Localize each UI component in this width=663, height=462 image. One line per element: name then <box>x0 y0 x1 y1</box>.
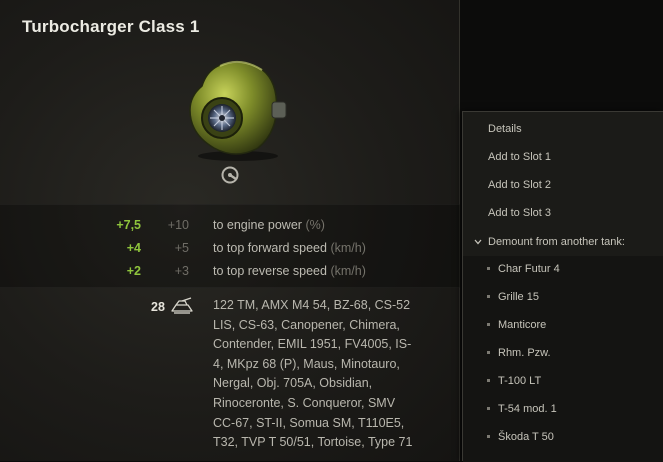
module-tooltip: Turbocharger Class 1 +7,5 +10 to engine … <box>0 0 460 461</box>
menu-item-demount[interactable]: Demount from another tank: <box>463 229 663 255</box>
submenu-item-tank[interactable]: T-54 mod. 1 <box>463 396 663 422</box>
compatible-count: 28 <box>151 300 165 314</box>
menu-item-add-slot-2[interactable]: Add to Slot 2 <box>463 172 663 198</box>
turbocharger-image <box>189 60 287 161</box>
submenu-item-label: Manticore <box>498 319 547 331</box>
submenu-item-tank[interactable]: Grille 15 <box>463 284 663 310</box>
submenu-item-label: Char Futur 4 <box>498 263 560 275</box>
stat-base-value: +10 <box>167 218 189 232</box>
submenu-item-label: T-100 LT <box>498 375 542 387</box>
submenu-item-label: Škoda T 50 <box>498 431 554 443</box>
submenu-item-tank[interactable]: Char Futur 4 <box>463 256 663 282</box>
stat-bonus-value: +2 <box>126 264 141 278</box>
stat-bonus-value: +4 <box>126 241 141 255</box>
menu-item-demount-label: Demount from another tank: <box>488 236 625 248</box>
bullet-icon <box>487 435 490 438</box>
submenu-item-tank[interactable]: T-100 LT <box>463 368 663 394</box>
tank-stack-icon <box>171 297 193 314</box>
stat-row-reverse-speed: +2 +3 to top reverse speed (km/h) <box>0 264 460 284</box>
menu-item-add-slot-3[interactable]: Add to Slot 3 <box>463 200 663 226</box>
submenu-item-label: Rhm. Pzw. <box>498 347 551 359</box>
stat-label: to top forward speed (km/h) <box>213 241 366 255</box>
stat-base-value: +3 <box>174 264 189 278</box>
stat-row-engine-power: +7,5 +10 to engine power (%) <box>0 218 460 238</box>
compatible-tanks-list: 122 TM, AMX M4 54, BZ-68, CS-52 LIS, CS-… <box>213 298 413 450</box>
stat-unit: (km/h) <box>330 241 366 255</box>
chevron-down-icon <box>473 229 483 255</box>
menu-item-add-slot-1[interactable]: Add to Slot 1 <box>463 144 663 170</box>
context-menu: Details Add to Slot 1 Add to Slot 2 Add … <box>462 111 663 462</box>
bullet-icon <box>487 295 490 298</box>
menu-item-details[interactable]: Details <box>463 116 663 142</box>
module-title: Turbocharger Class 1 <box>22 17 200 36</box>
bullet-icon <box>487 351 490 354</box>
submenu-item-tank[interactable]: Rhm. Pzw. <box>463 340 663 366</box>
stat-label-text: to top forward speed <box>213 241 327 255</box>
demount-submenu: Char Futur 4 Grille 15 Manticore Rhm. Pz… <box>463 256 663 462</box>
stat-label-text: to engine power <box>213 218 302 232</box>
submenu-item-label: Grille 15 <box>498 291 539 303</box>
bullet-icon <box>487 267 490 270</box>
stat-row-forward-speed: +4 +5 to top forward speed (km/h) <box>0 241 460 261</box>
stat-bonus-value: +7,5 <box>116 218 141 232</box>
bullet-icon <box>487 323 490 326</box>
stat-label: to top reverse speed (km/h) <box>213 264 366 278</box>
bullet-icon <box>487 407 490 410</box>
stat-label: to engine power (%) <box>213 218 325 232</box>
stat-unit: (km/h) <box>330 264 366 278</box>
stat-unit: (%) <box>305 218 325 232</box>
submenu-item-label: T-54 mod. 1 <box>498 403 557 415</box>
stat-label-text: to top reverse speed <box>213 264 327 278</box>
stat-base-value: +5 <box>174 241 189 255</box>
submenu-item-tank[interactable]: Škoda T 50 <box>463 424 663 450</box>
bullet-icon <box>487 379 490 382</box>
role-icon <box>221 166 239 184</box>
submenu-item-tank[interactable]: Manticore <box>463 312 663 338</box>
stats-section: +7,5 +10 to engine power (%) +4 +5 to to… <box>0 204 460 288</box>
